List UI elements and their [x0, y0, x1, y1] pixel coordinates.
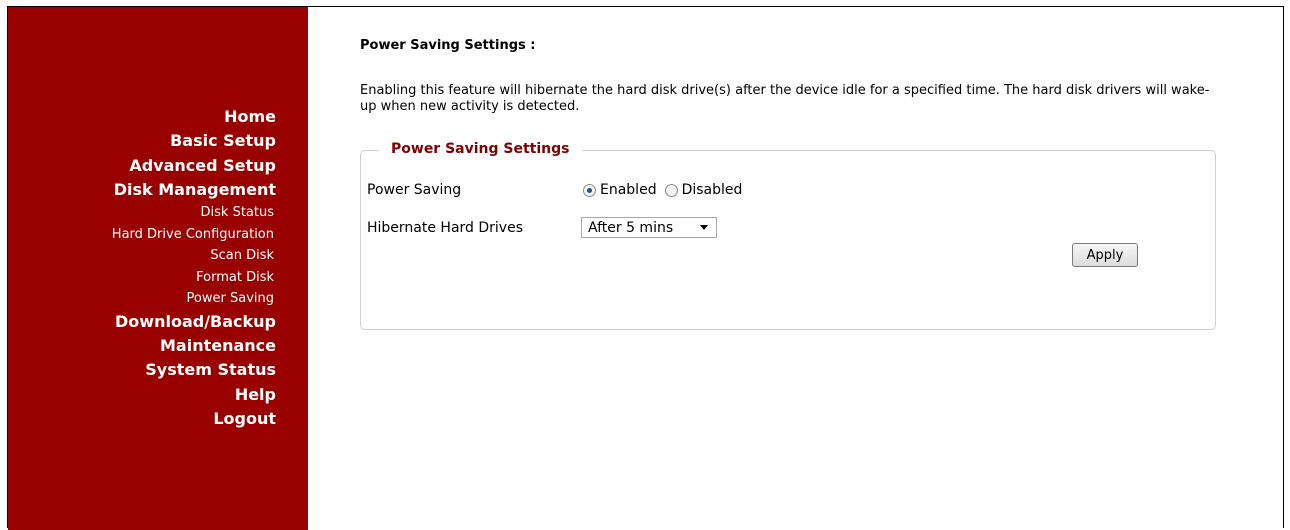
nav-power-saving[interactable]: Power Saving [112, 288, 274, 310]
enabled-radio[interactable] [583, 183, 596, 197]
nav-advanced-setup[interactable]: Advanced Setup [112, 154, 276, 178]
page-description: Enabling this feature will hibernate the… [360, 83, 1210, 114]
nav-logout[interactable]: Logout [112, 407, 276, 431]
sidebar-nav: Home Basic Setup Advanced Setup Disk Man… [112, 105, 276, 431]
apply-button[interactable]: Apply [1072, 243, 1138, 267]
nav-home[interactable]: Home [112, 105, 276, 129]
nav-maintenance[interactable]: Maintenance [112, 334, 276, 358]
nav-scan-disk[interactable]: Scan Disk [112, 245, 274, 267]
nav-hard-drive-configuration[interactable]: Hard Drive Configuration [112, 224, 274, 246]
nav-download-backup[interactable]: Download/Backup [112, 310, 276, 334]
power-saving-row: Power Saving Enabled Disabled [367, 182, 750, 198]
sidebar: Home Basic Setup Advanced Setup Disk Man… [8, 7, 308, 530]
hibernate-select[interactable]: After 5 mins [581, 217, 717, 238]
nav-help[interactable]: Help [112, 383, 276, 407]
nav-disk-status[interactable]: Disk Status [112, 202, 274, 224]
disabled-radio[interactable] [664, 183, 678, 197]
enabled-radio-label[interactable]: Enabled [600, 182, 657, 198]
power-saving-label: Power Saving [367, 182, 462, 198]
settings-legend: Power Saving Settings [379, 141, 582, 157]
disabled-radio-label[interactable]: Disabled [682, 182, 743, 198]
nav-disk-management[interactable]: Disk Management [112, 178, 276, 202]
hibernate-row: Hibernate Hard Drives After 5 mins [367, 217, 717, 238]
nav-format-disk[interactable]: Format Disk [112, 267, 274, 289]
hibernate-label: Hibernate Hard Drives [367, 219, 524, 236]
power-saving-settings-group: Power Saving Settings Power Saving Enabl… [360, 141, 1216, 330]
page-title: Power Saving Settings : [360, 38, 536, 53]
chevron-down-icon [700, 225, 708, 230]
hibernate-select-value: After 5 mins [588, 219, 674, 236]
nav-basic-setup[interactable]: Basic Setup [112, 129, 276, 153]
main-content: Power Saving Settings : Enabling this fe… [360, 30, 1220, 330]
nav-system-status[interactable]: System Status [112, 358, 276, 382]
